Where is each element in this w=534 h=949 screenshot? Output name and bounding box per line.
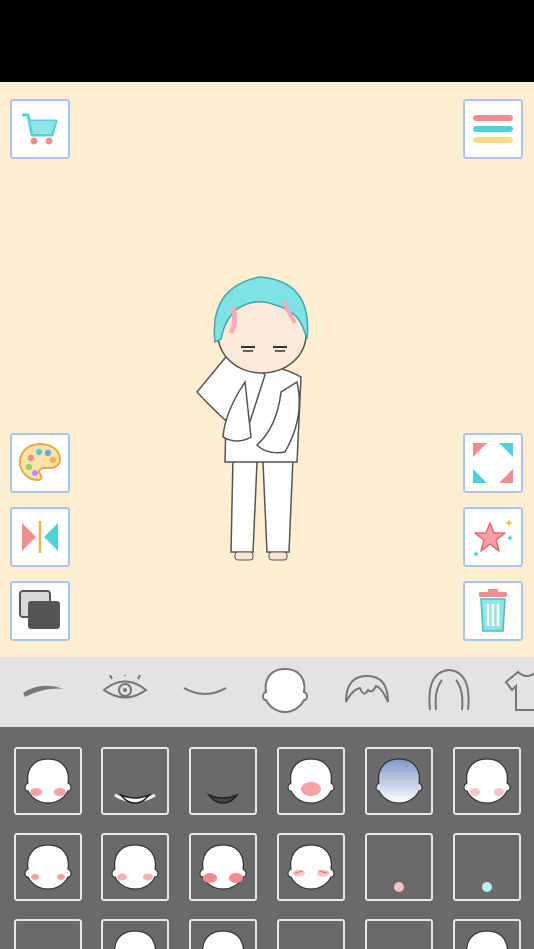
option-face-blue-shade[interactable] [365,747,433,815]
character-preview[interactable] [185,267,335,567]
option-partial-3[interactable] [189,919,257,949]
layers-button[interactable] [10,581,70,641]
status-bar [0,0,534,82]
clothing-icon [502,668,534,716]
option-face-blush-lines[interactable] [277,833,345,901]
layers-icon [17,588,63,634]
flip-horizontal-icon [18,517,62,557]
category-eyes[interactable] [98,667,152,717]
option-partial-4[interactable] [277,919,345,949]
category-front-hair[interactable] [340,667,394,717]
option-face-blush-soft[interactable] [101,833,169,901]
menu-button[interactable] [463,99,523,159]
category-clothing[interactable] [500,667,534,717]
character-canvas[interactable] [0,82,534,657]
fullscreen-button[interactable] [463,433,523,493]
option-partial-6[interactable] [453,919,521,949]
front-hair-icon [342,672,392,712]
delete-button[interactable] [463,581,523,641]
category-bar [0,657,534,727]
option-partial-2[interactable] [101,919,169,949]
shop-button[interactable] [10,99,70,159]
menu-icon [471,109,515,149]
option-face-blush-strong[interactable] [189,833,257,901]
option-face-blush-small[interactable] [14,833,82,901]
back-hair-icon [424,666,474,718]
mouth-icon [180,678,230,706]
options-grid [0,727,534,949]
face-shape-icon [258,666,312,718]
eye-icon [100,672,150,709]
shop-cart-icon [18,109,62,149]
favorite-star-icon [470,515,516,559]
fullscreen-icon [471,441,515,485]
category-eyebrow[interactable] [16,667,70,717]
option-face-blush-light[interactable] [453,747,521,815]
option-face-blush-cheeks[interactable] [14,747,82,815]
eyebrow-icon [19,675,67,709]
option-dot-blue[interactable] [453,833,521,901]
color-palette-icon [17,440,63,486]
option-partial-1[interactable] [14,919,82,949]
favorite-button[interactable] [463,507,523,567]
option-dot-pink[interactable] [365,833,433,901]
category-face-shape[interactable] [258,667,312,717]
trash-icon [473,588,513,634]
category-mouth[interactable] [178,667,232,717]
option-partial-5[interactable] [365,919,433,949]
category-back-hair[interactable] [422,667,476,717]
flip-button[interactable] [10,507,70,567]
option-mouth-overlay-white[interactable] [101,747,169,815]
option-mouth-overlay-dark[interactable] [189,747,257,815]
color-palette-button[interactable] [10,433,70,493]
option-face-blush-center[interactable] [277,747,345,815]
